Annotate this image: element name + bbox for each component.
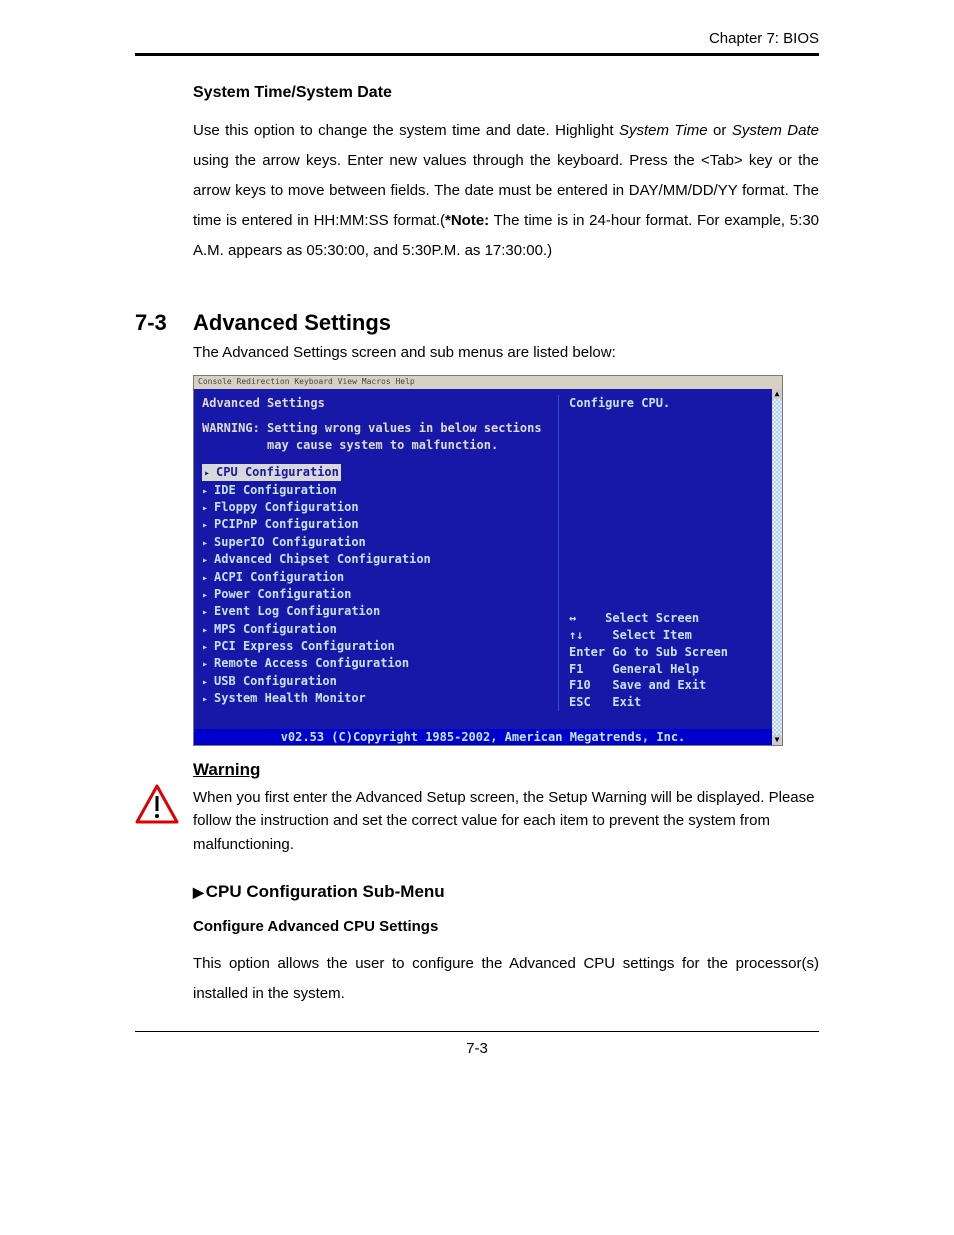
text: Use this option to change the system tim… bbox=[193, 122, 619, 139]
cpu-body: This option allows the user to configure… bbox=[193, 949, 819, 1009]
bios-warning-text: WARNING: Setting wrong values in below s… bbox=[202, 420, 552, 454]
bios-key-row: Enter Go to Sub Screen bbox=[569, 644, 764, 661]
bios-screenshot: Console Redirection Keyboard View Macros… bbox=[193, 375, 783, 746]
section-title: Advanced Settings bbox=[193, 310, 391, 336]
bios-menu-list: CPU Configuration IDE Configuration Flop… bbox=[202, 463, 552, 707]
bios-menu-item[interactable]: Advanced Chipset Configuration bbox=[202, 551, 552, 568]
bios-warning-label: WARNING: bbox=[202, 421, 260, 435]
section-number: 7-3 bbox=[135, 310, 193, 336]
bios-menu-item[interactable]: IDE Configuration bbox=[202, 482, 552, 499]
bios-warning-line2: may cause system to malfunction. bbox=[267, 438, 498, 452]
warning-body: When you first enter the Advanced Setup … bbox=[193, 786, 819, 856]
text: or bbox=[708, 122, 732, 139]
heading-cpu-submenu: ▶CPU Configuration Sub-Menu bbox=[193, 882, 819, 902]
heading-cpu-submenu-text: CPU Configuration Sub-Menu bbox=[206, 882, 445, 901]
bios-key-row: ↑↓ Select Item bbox=[569, 627, 764, 644]
bios-menu-item[interactable]: USB Configuration bbox=[202, 673, 552, 690]
bios-menu-item[interactable]: Floppy Configuration bbox=[202, 499, 552, 516]
bios-menu-item[interactable]: Power Configuration bbox=[202, 586, 552, 603]
bios-menu-item[interactable]: PCI Express Configuration bbox=[202, 638, 552, 655]
bios-footer: v02.53 (C)Copyright 1985-2002, American … bbox=[194, 729, 772, 745]
bottom-rule bbox=[135, 1031, 819, 1032]
bios-menu-item[interactable]: Remote Access Configuration bbox=[202, 655, 552, 672]
bios-menu-item[interactable]: System Health Monitor bbox=[202, 690, 552, 707]
bios-window-titlebar: Console Redirection Keyboard View Macros… bbox=[194, 376, 782, 389]
bios-key-row: ↔ Select Screen bbox=[569, 610, 764, 627]
warning-heading: Warning bbox=[193, 760, 819, 780]
bios-key-row: F10 Save and Exit bbox=[569, 677, 764, 694]
note-label: *Note: bbox=[445, 212, 489, 229]
triangle-right-icon: ▶ bbox=[193, 884, 204, 900]
page-number: 7-3 bbox=[135, 1040, 819, 1057]
scrollbar[interactable]: ▲ ▼ bbox=[772, 389, 782, 745]
system-time-paragraph: Use this option to change the system tim… bbox=[193, 116, 819, 266]
bios-screen-title: Advanced Settings bbox=[202, 395, 552, 412]
scroll-up-icon[interactable]: ▲ bbox=[772, 389, 782, 399]
bios-key-row: ESC Exit bbox=[569, 694, 764, 711]
bios-menu-item[interactable]: MPS Configuration bbox=[202, 621, 552, 638]
chapter-header: Chapter 7: BIOS bbox=[135, 30, 819, 53]
warning-triangle-icon bbox=[135, 760, 193, 856]
heading-system-time: System Time/System Date bbox=[193, 84, 819, 102]
section-intro: The Advanced Settings screen and sub men… bbox=[193, 344, 819, 361]
heading-configure-cpu: Configure Advanced CPU Settings bbox=[193, 918, 819, 935]
bios-warning-line1: Setting wrong values in below sections bbox=[267, 421, 542, 435]
italic-system-date: System Date bbox=[732, 122, 819, 139]
bios-help-text: Configure CPU. bbox=[569, 395, 764, 412]
bios-key-legend: ↔ Select Screen ↑↓ Select Item Enter Go … bbox=[569, 610, 764, 711]
bios-menu-item[interactable]: PCIPnP Configuration bbox=[202, 516, 552, 533]
scroll-down-icon[interactable]: ▼ bbox=[772, 735, 782, 745]
italic-system-time: System Time bbox=[619, 122, 708, 139]
bios-menu-item[interactable]: Event Log Configuration bbox=[202, 603, 552, 620]
bios-menu-item[interactable]: SuperIO Configuration bbox=[202, 534, 552, 551]
bios-menu-item[interactable]: ACPI Configuration bbox=[202, 569, 552, 586]
top-rule bbox=[135, 53, 819, 56]
bios-menu-item-selected[interactable]: CPU Configuration bbox=[202, 464, 341, 481]
section-heading: 7-3 Advanced Settings bbox=[135, 310, 819, 336]
bios-key-row: F1 General Help bbox=[569, 661, 764, 678]
